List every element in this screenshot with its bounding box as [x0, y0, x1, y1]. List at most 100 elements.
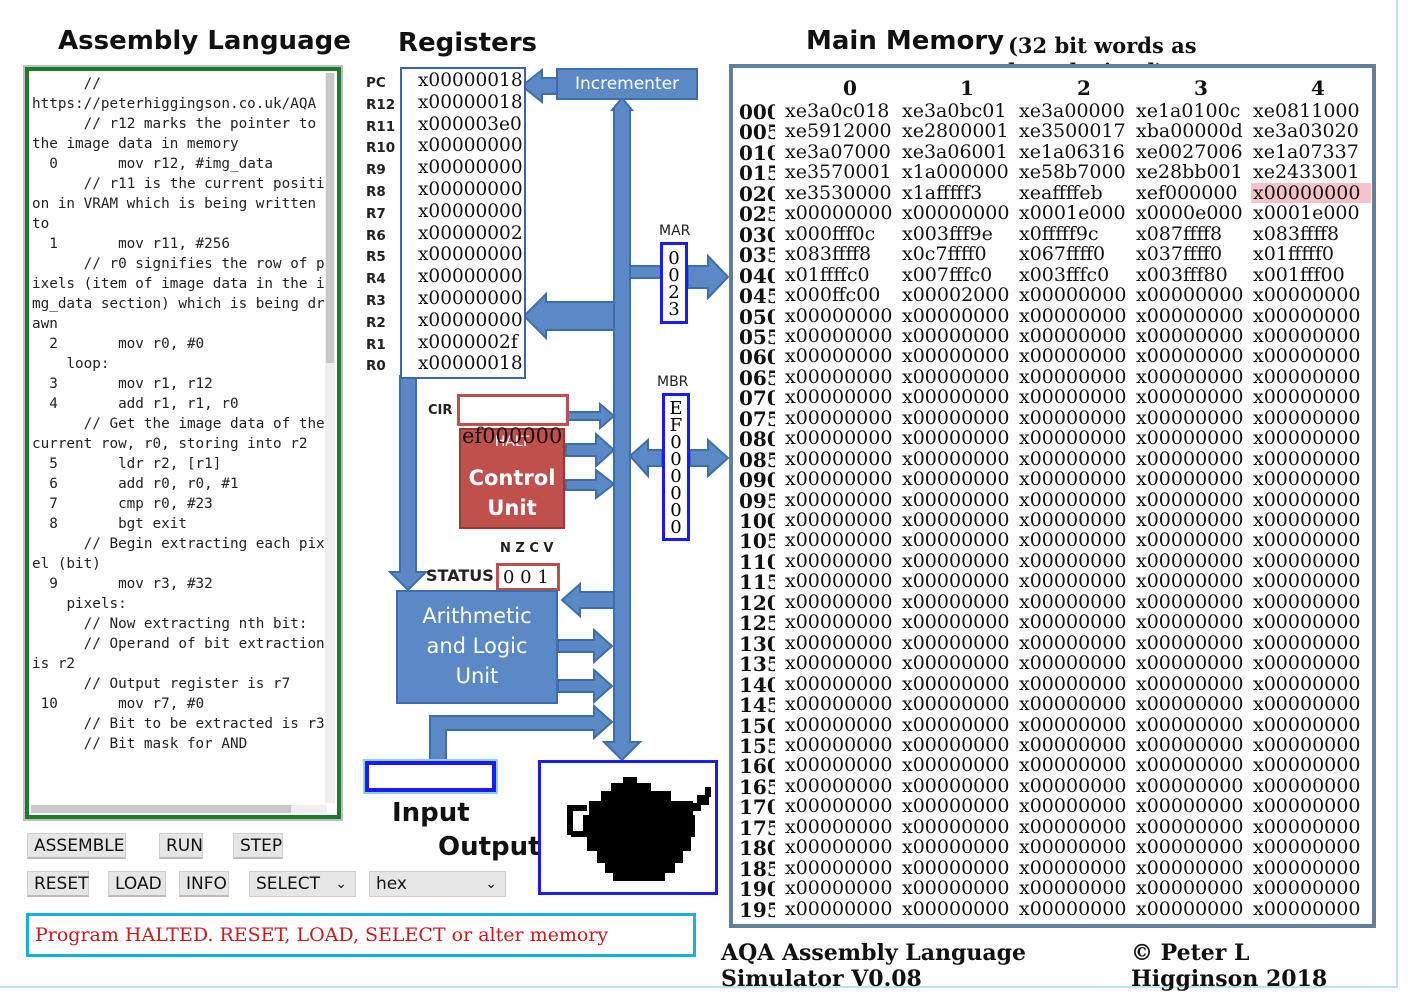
memory-cell[interactable]: x00000000 [1134, 530, 1254, 550]
memory-cell[interactable]: x00000000 [1134, 694, 1254, 714]
memory-cell[interactable]: x00000000 [900, 367, 1020, 387]
memory-cell[interactable]: x00000000 [1017, 674, 1137, 694]
memory-cell[interactable]: x00000000 [1017, 530, 1137, 550]
memory-cell[interactable]: x00000000 [1251, 182, 1371, 203]
memory-cell[interactable]: x00000000 [1251, 796, 1371, 816]
memory-cell[interactable]: x00000000 [1251, 571, 1371, 591]
memory-cell[interactable]: x00000000 [900, 530, 1020, 550]
memory-cell[interactable]: x00000000 [1251, 387, 1371, 407]
memory-cell[interactable]: x037ffff0 [1134, 244, 1254, 264]
memory-cell[interactable]: x00000000 [1134, 796, 1254, 816]
memory-cell[interactable]: x00000000 [783, 510, 903, 530]
memory-cell[interactable]: x00000000 [900, 387, 1020, 407]
register-value[interactable]: x00000000 [418, 244, 523, 265]
memory-cell[interactable]: x00000000 [1134, 612, 1254, 632]
memory-cell[interactable]: xe0811000 [1251, 101, 1371, 121]
memory-cell[interactable]: x00000000 [900, 306, 1020, 326]
memory-cell[interactable]: x00000000 [900, 408, 1020, 428]
memory-cell[interactable]: xe1a06316 [1017, 142, 1137, 162]
memory-cell[interactable]: x00000000 [1251, 285, 1371, 305]
memory-cell[interactable]: x00000000 [783, 796, 903, 816]
memory-cell[interactable]: x00000000 [1251, 858, 1371, 878]
memory-cell[interactable]: x00000000 [1134, 408, 1254, 428]
memory-cell[interactable]: xe0027006 [1134, 142, 1254, 162]
memory-cell[interactable]: xe3a06001 [900, 142, 1020, 162]
memory-cell[interactable]: x00000000 [900, 817, 1020, 837]
memory-cell[interactable]: x0001e000 [1017, 203, 1137, 223]
memory-cell[interactable]: xeaffffeb [1017, 183, 1137, 203]
memory-cell[interactable]: x00000000 [900, 449, 1020, 469]
memory-cell[interactable]: x00000000 [1134, 653, 1254, 673]
register-value[interactable]: x00000000 [418, 157, 523, 178]
memory-cell[interactable]: x00000000 [1017, 776, 1137, 796]
memory-cell[interactable]: x00000000 [1134, 674, 1254, 694]
memory-cell[interactable]: x00000000 [783, 715, 903, 735]
memory-cell[interactable]: xe3a03020 [1251, 121, 1371, 141]
memory-cell[interactable]: x00000000 [1017, 285, 1137, 305]
memory-cell[interactable]: x00000000 [1251, 755, 1371, 775]
memory-cell[interactable]: x0c7ffff0 [900, 244, 1020, 264]
memory-cell[interactable]: x00000000 [783, 387, 903, 407]
memory-cell[interactable]: x00000000 [1134, 858, 1254, 878]
memory-cell[interactable]: x00000000 [1251, 817, 1371, 837]
memory-cell[interactable]: x00000000 [783, 735, 903, 755]
memory-cell[interactable]: x00000000 [1251, 878, 1371, 898]
memory-cell[interactable]: x00000000 [1017, 469, 1137, 489]
memory-cell[interactable]: x00000000 [1134, 367, 1254, 387]
memory-cell[interactable]: x003fff80 [1134, 265, 1254, 285]
memory-cell[interactable]: x00000000 [1251, 326, 1371, 346]
memory-cell[interactable]: xe3530000 [783, 183, 903, 203]
memory-cell[interactable]: x00000000 [900, 346, 1020, 366]
memory-cell[interactable]: x00000000 [1134, 428, 1254, 448]
register-value[interactable]: x00000000 [418, 288, 523, 309]
memory-cell[interactable]: x00000000 [1017, 653, 1137, 673]
memory-cell[interactable]: x00000000 [1251, 715, 1371, 735]
memory-cell[interactable]: x00000000 [783, 612, 903, 632]
memory-cell[interactable]: x00000000 [900, 326, 1020, 346]
memory-cell[interactable]: x00000000 [1251, 776, 1371, 796]
memory-cell[interactable]: x00000000 [1017, 428, 1137, 448]
memory-cell[interactable]: x00000000 [900, 633, 1020, 653]
memory-cell[interactable]: x1afffff3 [900, 183, 1020, 203]
memory-cell[interactable]: x00000000 [1134, 551, 1254, 571]
memory-cell[interactable]: x00000000 [1251, 694, 1371, 714]
memory-cell[interactable]: x003fffc0 [1017, 265, 1137, 285]
memory-cell[interactable]: x00000000 [1251, 551, 1371, 571]
memory-cell[interactable]: x00000000 [783, 551, 903, 571]
memory-cell[interactable]: x00000000 [1134, 571, 1254, 591]
memory-cell[interactable]: x00000000 [1017, 612, 1137, 632]
memory-cell[interactable]: x00000000 [1134, 346, 1254, 366]
memory-cell[interactable]: x00000000 [1251, 490, 1371, 510]
memory-cell[interactable]: xe3570001 [783, 162, 903, 182]
memory-cell[interactable]: x00000000 [1134, 449, 1254, 469]
memory-cell[interactable]: x00000000 [783, 490, 903, 510]
register-value[interactable]: x00000000 [418, 135, 523, 156]
memory-cell[interactable]: x00000000 [1017, 387, 1137, 407]
memory-cell[interactable]: x000ffc00 [783, 285, 903, 305]
memory-cell[interactable]: x00000000 [1017, 796, 1137, 816]
memory-cell[interactable]: x00000000 [1017, 878, 1137, 898]
memory-cell[interactable]: x00000000 [1134, 776, 1254, 796]
memory-cell[interactable]: x00000000 [1134, 387, 1254, 407]
memory-cell[interactable]: x00000000 [783, 530, 903, 550]
memory-cell[interactable]: x00000000 [1251, 674, 1371, 694]
memory-cell[interactable]: x083ffff8 [783, 244, 903, 264]
memory-cell[interactable]: x00000000 [1134, 755, 1254, 775]
memory-cell[interactable]: x00000000 [1134, 878, 1254, 898]
memory-cell[interactable]: x00000000 [1017, 837, 1137, 857]
memory-cell[interactable]: x00000000 [783, 899, 903, 919]
memory-cell[interactable]: xba00000d [1134, 121, 1254, 141]
memory-cell[interactable]: x00000000 [1017, 633, 1137, 653]
input-field[interactable] [365, 761, 496, 792]
register-value[interactable]: x0000002f [418, 332, 518, 353]
memory-cell[interactable]: x00000000 [900, 592, 1020, 612]
memory-cell[interactable]: x00000000 [783, 449, 903, 469]
memory-cell[interactable]: x00000000 [900, 428, 1020, 448]
memory-cell[interactable]: x00000000 [1017, 326, 1137, 346]
memory-cell[interactable]: x00000000 [1017, 715, 1137, 735]
memory-cell[interactable]: x00000000 [900, 755, 1020, 775]
register-value[interactable]: x00000000 [418, 201, 523, 222]
memory-cell[interactable]: x00000000 [783, 367, 903, 387]
memory-cell[interactable]: x00000000 [1134, 490, 1254, 510]
memory-cell[interactable]: x00000000 [783, 346, 903, 366]
